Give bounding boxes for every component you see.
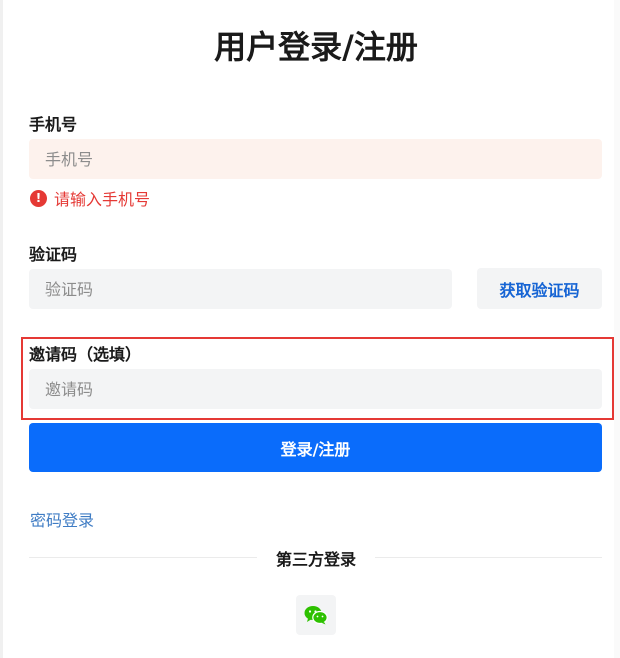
wechat-icon	[304, 606, 328, 625]
phone-error-message: ! 请输入手机号	[30, 186, 150, 210]
password-login-link[interactable]: 密码登录	[30, 507, 94, 531]
invite-label: 邀请码（选填）	[29, 345, 142, 364]
third-party-login-label: 第三方登录	[275, 550, 356, 569]
wechat-login-button[interactable]	[296, 595, 336, 635]
code-label: 验证码	[29, 245, 78, 264]
divider-left	[29, 557, 257, 558]
get-code-button[interactable]: 获取验证码	[477, 268, 602, 309]
phone-label: 手机号	[29, 115, 78, 134]
invite-input[interactable]	[29, 369, 602, 409]
exclamation-circle-icon: !	[30, 189, 47, 207]
code-input[interactable]	[29, 269, 452, 309]
divider-right	[375, 557, 602, 558]
left-edge	[0, 0, 3, 658]
login-register-button[interactable]: 登录/注册	[29, 423, 602, 472]
right-scrollbar-track	[614, 0, 620, 658]
page-title: 用户登录/注册	[214, 28, 418, 66]
phone-error-text: 请输入手机号	[54, 190, 151, 209]
phone-input[interactable]	[29, 139, 602, 179]
